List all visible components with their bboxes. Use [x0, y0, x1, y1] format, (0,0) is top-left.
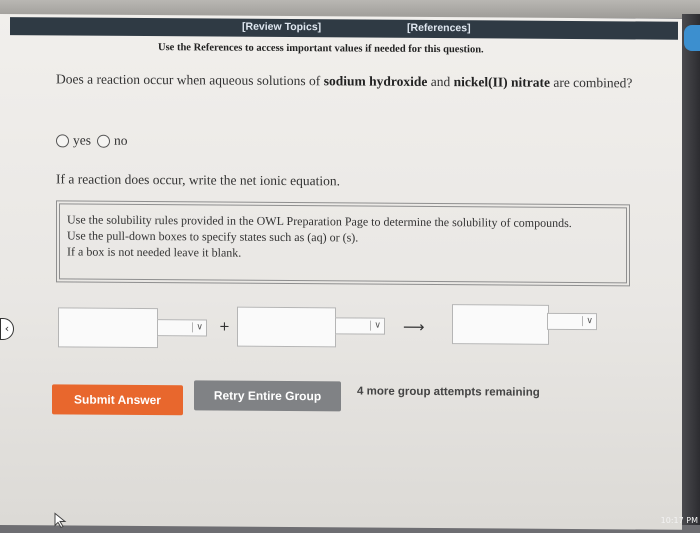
review-topics-link[interactable]: [Review Topics] — [242, 21, 321, 34]
status-clock: 10:17 PM — [660, 516, 698, 525]
retry-group-button[interactable]: Retry Entire Group — [194, 380, 341, 412]
chevron-down-icon: ∨ — [582, 316, 593, 327]
question-text: Does a reaction occur when aqueous solut… — [56, 70, 646, 91]
chevron-down-icon: ∨ — [192, 322, 203, 333]
reaction-options: yes no — [56, 132, 128, 148]
chevron-down-icon: ∨ — [370, 320, 381, 331]
radio-no[interactable] — [97, 134, 110, 148]
screen-edge — [682, 14, 700, 525]
references-note: Use the References to access important v… — [158, 42, 484, 56]
instruction-line-3: If a box is not needed leave it blank. — [67, 244, 242, 260]
top-nav-bar: [Review Topics] [References] — [10, 17, 678, 40]
reactant-1: sodium hydroxide — [323, 73, 428, 89]
plus-sign: + — [219, 319, 230, 335]
question-middle: and — [427, 73, 454, 90]
question-suffix: are combined? — [549, 74, 633, 91]
reactant-1-input[interactable] — [58, 307, 158, 349]
net-ionic-prompt: If a reaction does occur, write the net … — [56, 171, 340, 189]
reaction-arrow: ⟶ — [403, 317, 425, 336]
browser-side-icon — [684, 25, 700, 51]
product-state-select[interactable]: ∨ — [547, 312, 597, 331]
reactant-2: nickel(II) nitrate — [453, 74, 550, 90]
attempts-remaining: 4 more group attempts remaining — [357, 385, 540, 399]
screen: [Review Topics] [References] Use the Ref… — [0, 14, 682, 530]
references-link[interactable]: [References] — [407, 22, 471, 34]
pointer-cursor-icon — [54, 512, 67, 529]
reactant-1-state-select[interactable]: ∨ — [157, 319, 207, 337]
product-input[interactable] — [452, 304, 549, 345]
radio-yes[interactable] — [56, 133, 69, 147]
question-prefix: Does a reaction occur when aqueous solut… — [56, 71, 324, 89]
submit-answer-button[interactable]: Submit Answer — [52, 384, 183, 416]
instructions-box: Use the solubility rules provided in the… — [56, 200, 630, 287]
reactant-2-input[interactable] — [237, 306, 336, 348]
option-yes-label[interactable]: yes — [73, 133, 91, 149]
reactant-2-state-select[interactable]: ∨ — [335, 317, 385, 335]
option-no-label[interactable]: no — [114, 133, 128, 149]
